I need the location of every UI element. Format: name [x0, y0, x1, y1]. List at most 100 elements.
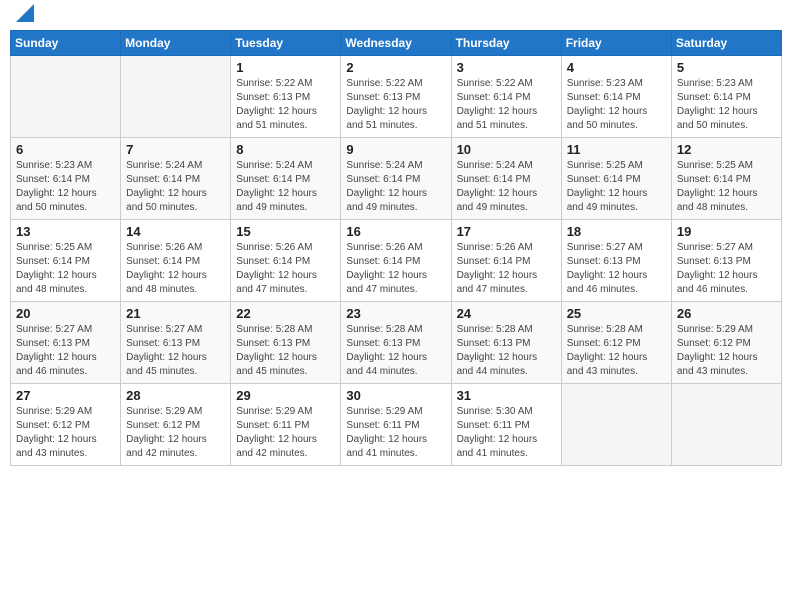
day-number: 14 — [126, 224, 225, 239]
calendar-cell: 29 Sunrise: 5:29 AMSunset: 6:11 PMDayligh… — [231, 384, 341, 466]
calendar-cell: 9 Sunrise: 5:24 AMSunset: 6:14 PMDaylight… — [341, 138, 451, 220]
day-number: 6 — [16, 142, 115, 157]
day-detail: Sunrise: 5:27 AMSunset: 6:13 PMDaylight:… — [677, 241, 776, 297]
day-detail: Sunrise: 5:24 AMSunset: 6:14 PMDaylight:… — [126, 159, 225, 215]
day-number: 19 — [677, 224, 776, 239]
calendar-cell: 18 Sunrise: 5:27 AMSunset: 6:13 PMDayligh… — [561, 220, 671, 302]
day-number: 26 — [677, 306, 776, 321]
day-detail: Sunrise: 5:30 AMSunset: 6:11 PMDaylight:… — [457, 405, 556, 461]
calendar-cell: 27 Sunrise: 5:29 AMSunset: 6:12 PMDayligh… — [11, 384, 121, 466]
calendar-cell: 15 Sunrise: 5:26 AMSunset: 6:14 PMDayligh… — [231, 220, 341, 302]
day-number: 20 — [16, 306, 115, 321]
day-detail: Sunrise: 5:27 AMSunset: 6:13 PMDaylight:… — [567, 241, 666, 297]
day-number: 24 — [457, 306, 556, 321]
weekday-header-monday: Monday — [121, 31, 231, 56]
day-detail: Sunrise: 5:29 AMSunset: 6:12 PMDaylight:… — [16, 405, 115, 461]
day-detail: Sunrise: 5:28 AMSunset: 6:13 PMDaylight:… — [236, 323, 335, 379]
day-detail: Sunrise: 5:29 AMSunset: 6:11 PMDaylight:… — [236, 405, 335, 461]
weekday-header-thursday: Thursday — [451, 31, 561, 56]
calendar-cell: 7 Sunrise: 5:24 AMSunset: 6:14 PMDaylight… — [121, 138, 231, 220]
day-detail: Sunrise: 5:28 AMSunset: 6:13 PMDaylight:… — [457, 323, 556, 379]
calendar-cell: 5 Sunrise: 5:23 AMSunset: 6:14 PMDaylight… — [671, 56, 781, 138]
page-header — [10, 10, 782, 22]
day-number: 28 — [126, 388, 225, 403]
weekday-header-saturday: Saturday — [671, 31, 781, 56]
day-number: 30 — [346, 388, 445, 403]
calendar-cell: 21 Sunrise: 5:27 AMSunset: 6:13 PMDayligh… — [121, 302, 231, 384]
day-number: 16 — [346, 224, 445, 239]
day-number: 4 — [567, 60, 666, 75]
logo — [14, 10, 34, 22]
day-number: 29 — [236, 388, 335, 403]
day-detail: Sunrise: 5:26 AMSunset: 6:14 PMDaylight:… — [236, 241, 335, 297]
calendar-cell: 6 Sunrise: 5:23 AMSunset: 6:14 PMDaylight… — [11, 138, 121, 220]
calendar-cell: 22 Sunrise: 5:28 AMSunset: 6:13 PMDayligh… — [231, 302, 341, 384]
calendar-cell: 2Sunrise: 5:22 AMSunset: 6:13 PMDaylight… — [341, 56, 451, 138]
day-number: 12 — [677, 142, 776, 157]
day-detail: Sunrise: 5:24 AMSunset: 6:14 PMDaylight:… — [236, 159, 335, 215]
day-detail: Sunrise: 5:26 AMSunset: 6:14 PMDaylight:… — [346, 241, 445, 297]
weekday-header-friday: Friday — [561, 31, 671, 56]
calendar-cell: 14 Sunrise: 5:26 AMSunset: 6:14 PMDayligh… — [121, 220, 231, 302]
day-detail: Sunrise: 5:28 AMSunset: 6:12 PMDaylight:… — [567, 323, 666, 379]
calendar-cell: 23 Sunrise: 5:28 AMSunset: 6:13 PMDayligh… — [341, 302, 451, 384]
day-detail: Sunrise: 5:29 AMSunset: 6:11 PMDaylight:… — [346, 405, 445, 461]
weekday-header-tuesday: Tuesday — [231, 31, 341, 56]
calendar-cell: 4 Sunrise: 5:23 AMSunset: 6:14 PMDaylight… — [561, 56, 671, 138]
calendar-cell: 25 Sunrise: 5:28 AMSunset: 6:12 PMDayligh… — [561, 302, 671, 384]
day-number: 22 — [236, 306, 335, 321]
day-detail: Sunrise: 5:26 AMSunset: 6:14 PMDaylight:… — [457, 241, 556, 297]
day-number: 27 — [16, 388, 115, 403]
calendar-table: SundayMondayTuesdayWednesdayThursdayFrid… — [10, 30, 782, 466]
day-detail: Sunrise: 5:22 AMSunset: 6:13 PMDaylight:… — [236, 77, 335, 133]
day-number: 21 — [126, 306, 225, 321]
calendar-cell: 13 Sunrise: 5:25 AMSunset: 6:14 PMDayligh… — [11, 220, 121, 302]
calendar-cell: 12 Sunrise: 5:25 AMSunset: 6:14 PMDayligh… — [671, 138, 781, 220]
day-number: 23 — [346, 306, 445, 321]
day-detail: Sunrise: 5:22 AMSunset: 6:14 PMDaylight:… — [457, 77, 556, 133]
weekday-header-sunday: Sunday — [11, 31, 121, 56]
day-number: 7 — [126, 142, 225, 157]
calendar-cell: 19 Sunrise: 5:27 AMSunset: 6:13 PMDayligh… — [671, 220, 781, 302]
day-number: 18 — [567, 224, 666, 239]
calendar-cell — [121, 56, 231, 138]
day-detail: Sunrise: 5:23 AMSunset: 6:14 PMDaylight:… — [677, 77, 776, 133]
calendar-cell — [561, 384, 671, 466]
day-number: 1 — [236, 60, 335, 75]
day-detail: Sunrise: 5:29 AMSunset: 6:12 PMDaylight:… — [126, 405, 225, 461]
calendar-cell: 30 Sunrise: 5:29 AMSunset: 6:11 PMDayligh… — [341, 384, 451, 466]
day-detail: Sunrise: 5:26 AMSunset: 6:14 PMDaylight:… — [126, 241, 225, 297]
calendar-cell: 10 Sunrise: 5:24 AMSunset: 6:14 PMDayligh… — [451, 138, 561, 220]
day-detail: Sunrise: 5:25 AMSunset: 6:14 PMDaylight:… — [677, 159, 776, 215]
calendar-cell: 26Sunrise: 5:29 AMSunset: 6:12 PMDayligh… — [671, 302, 781, 384]
day-number: 10 — [457, 142, 556, 157]
calendar-cell: 3Sunrise: 5:22 AMSunset: 6:14 PMDaylight… — [451, 56, 561, 138]
day-detail: Sunrise: 5:28 AMSunset: 6:13 PMDaylight:… — [346, 323, 445, 379]
day-number: 31 — [457, 388, 556, 403]
day-detail: Sunrise: 5:27 AMSunset: 6:13 PMDaylight:… — [126, 323, 225, 379]
day-number: 15 — [236, 224, 335, 239]
day-number: 8 — [236, 142, 335, 157]
day-detail: Sunrise: 5:23 AMSunset: 6:14 PMDaylight:… — [16, 159, 115, 215]
day-detail: Sunrise: 5:25 AMSunset: 6:14 PMDaylight:… — [567, 159, 666, 215]
calendar-cell: 17 Sunrise: 5:26 AMSunset: 6:14 PMDayligh… — [451, 220, 561, 302]
calendar-cell: 11 Sunrise: 5:25 AMSunset: 6:14 PMDayligh… — [561, 138, 671, 220]
day-detail: Sunrise: 5:25 AMSunset: 6:14 PMDaylight:… — [16, 241, 115, 297]
day-detail: Sunrise: 5:23 AMSunset: 6:14 PMDaylight:… — [567, 77, 666, 133]
day-detail: Sunrise: 5:24 AMSunset: 6:14 PMDaylight:… — [457, 159, 556, 215]
day-number: 13 — [16, 224, 115, 239]
day-detail: Sunrise: 5:24 AMSunset: 6:14 PMDaylight:… — [346, 159, 445, 215]
calendar-cell: 24 Sunrise: 5:28 AMSunset: 6:13 PMDayligh… — [451, 302, 561, 384]
calendar-cell: 1 Sunrise: 5:22 AMSunset: 6:13 PMDaylight… — [231, 56, 341, 138]
calendar-cell: 8 Sunrise: 5:24 AMSunset: 6:14 PMDaylight… — [231, 138, 341, 220]
day-number: 9 — [346, 142, 445, 157]
calendar-cell: 31 Sunrise: 5:30 AMSunset: 6:11 PMDayligh… — [451, 384, 561, 466]
calendar-cell — [11, 56, 121, 138]
calendar-cell: 28 Sunrise: 5:29 AMSunset: 6:12 PMDayligh… — [121, 384, 231, 466]
day-number: 11 — [567, 142, 666, 157]
day-number: 5 — [677, 60, 776, 75]
day-number: 25 — [567, 306, 666, 321]
day-number: 17 — [457, 224, 556, 239]
day-detail: Sunrise: 5:22 AMSunset: 6:13 PMDaylight:… — [346, 77, 445, 133]
calendar-cell — [671, 384, 781, 466]
